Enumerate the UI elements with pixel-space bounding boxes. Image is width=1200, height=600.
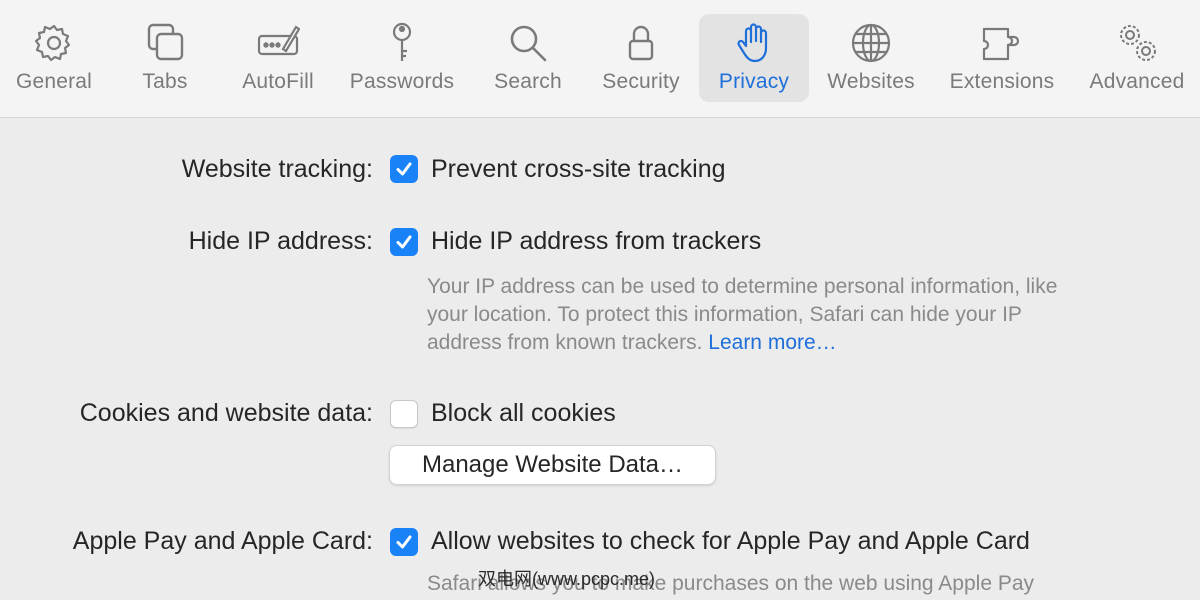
tab-tabs[interactable]: Tabs: [132, 14, 198, 102]
manage-website-data-button[interactable]: Manage Website Data…: [389, 445, 716, 485]
tab-autofill[interactable]: AutoFill: [236, 14, 320, 102]
gear-icon: [31, 20, 77, 66]
tab-extensions[interactable]: Extensions: [942, 14, 1062, 102]
checkmark-icon: [396, 235, 412, 249]
hide-ip-label: Hide IP address:: [188, 227, 373, 255]
tab-general-label: General: [15, 70, 93, 93]
tab-search[interactable]: Search: [488, 14, 568, 102]
tab-advanced-label: Advanced: [1089, 70, 1185, 93]
hide-ip-description: Your IP address can be used to determine…: [427, 273, 1167, 357]
block-cookies-text: Block all cookies: [431, 399, 616, 427]
hide-ip-desc-line3-text: address from known trackers.: [427, 331, 703, 354]
tab-websites-label: Websites: [827, 70, 915, 93]
tab-passwords-label: Passwords: [349, 70, 455, 93]
tab-privacy[interactable]: Privacy: [699, 14, 809, 102]
cookies-label: Cookies and website data:: [79, 399, 373, 427]
apple-pay-text: Allow websites to check for Apple Pay an…: [431, 527, 1030, 555]
prevent-tracking-text: Prevent cross-site tracking: [431, 155, 726, 183]
key-icon: [379, 20, 425, 66]
autofill-icon: [255, 20, 301, 66]
magnifier-icon: [505, 20, 551, 66]
tab-autofill-label: AutoFill: [242, 70, 314, 93]
hide-ip-desc-line3: address from known trackers. Learn more…: [427, 329, 1167, 357]
hide-ip-text: Hide IP address from trackers: [431, 227, 762, 255]
prevent-tracking-checkbox[interactable]: [390, 155, 418, 183]
lock-icon: [618, 20, 664, 66]
checkmark-icon: [396, 535, 412, 549]
hide-ip-checkbox[interactable]: [390, 228, 418, 256]
tab-security-label: Security: [602, 70, 680, 93]
preferences-toolbar: General Tabs AutoFill Passwords Search S…: [0, 0, 1200, 118]
tab-privacy-label: Privacy: [718, 70, 790, 93]
tab-security[interactable]: Security: [594, 14, 688, 102]
website-tracking-label: Website tracking:: [181, 155, 373, 183]
watermark-text: 双电网(www.pcpc.me): [478, 569, 656, 589]
apple-pay-checkbox[interactable]: [390, 528, 418, 556]
gears-icon: [1114, 20, 1160, 66]
tab-tabs-label: Tabs: [142, 70, 188, 93]
apple-pay-label: Apple Pay and Apple Card:: [72, 527, 373, 555]
checkmark-icon: [396, 162, 412, 176]
tab-websites[interactable]: Websites: [820, 14, 922, 102]
tab-general[interactable]: General: [8, 14, 100, 102]
tab-advanced[interactable]: Advanced: [1082, 14, 1192, 102]
puzzle-icon: [979, 20, 1025, 66]
globe-icon: [848, 20, 894, 66]
hide-ip-desc-line1: Your IP address can be used to determine…: [427, 275, 1058, 298]
learn-more-link[interactable]: Learn more…: [708, 331, 836, 354]
tab-extensions-label: Extensions: [949, 70, 1055, 93]
hand-icon: [731, 20, 777, 66]
tabs-icon: [142, 20, 188, 66]
tab-passwords[interactable]: Passwords: [343, 14, 461, 102]
hide-ip-desc-line2: your location. To protect this informati…: [427, 303, 1022, 326]
block-cookies-checkbox[interactable]: [390, 400, 418, 428]
tab-search-label: Search: [494, 70, 562, 93]
